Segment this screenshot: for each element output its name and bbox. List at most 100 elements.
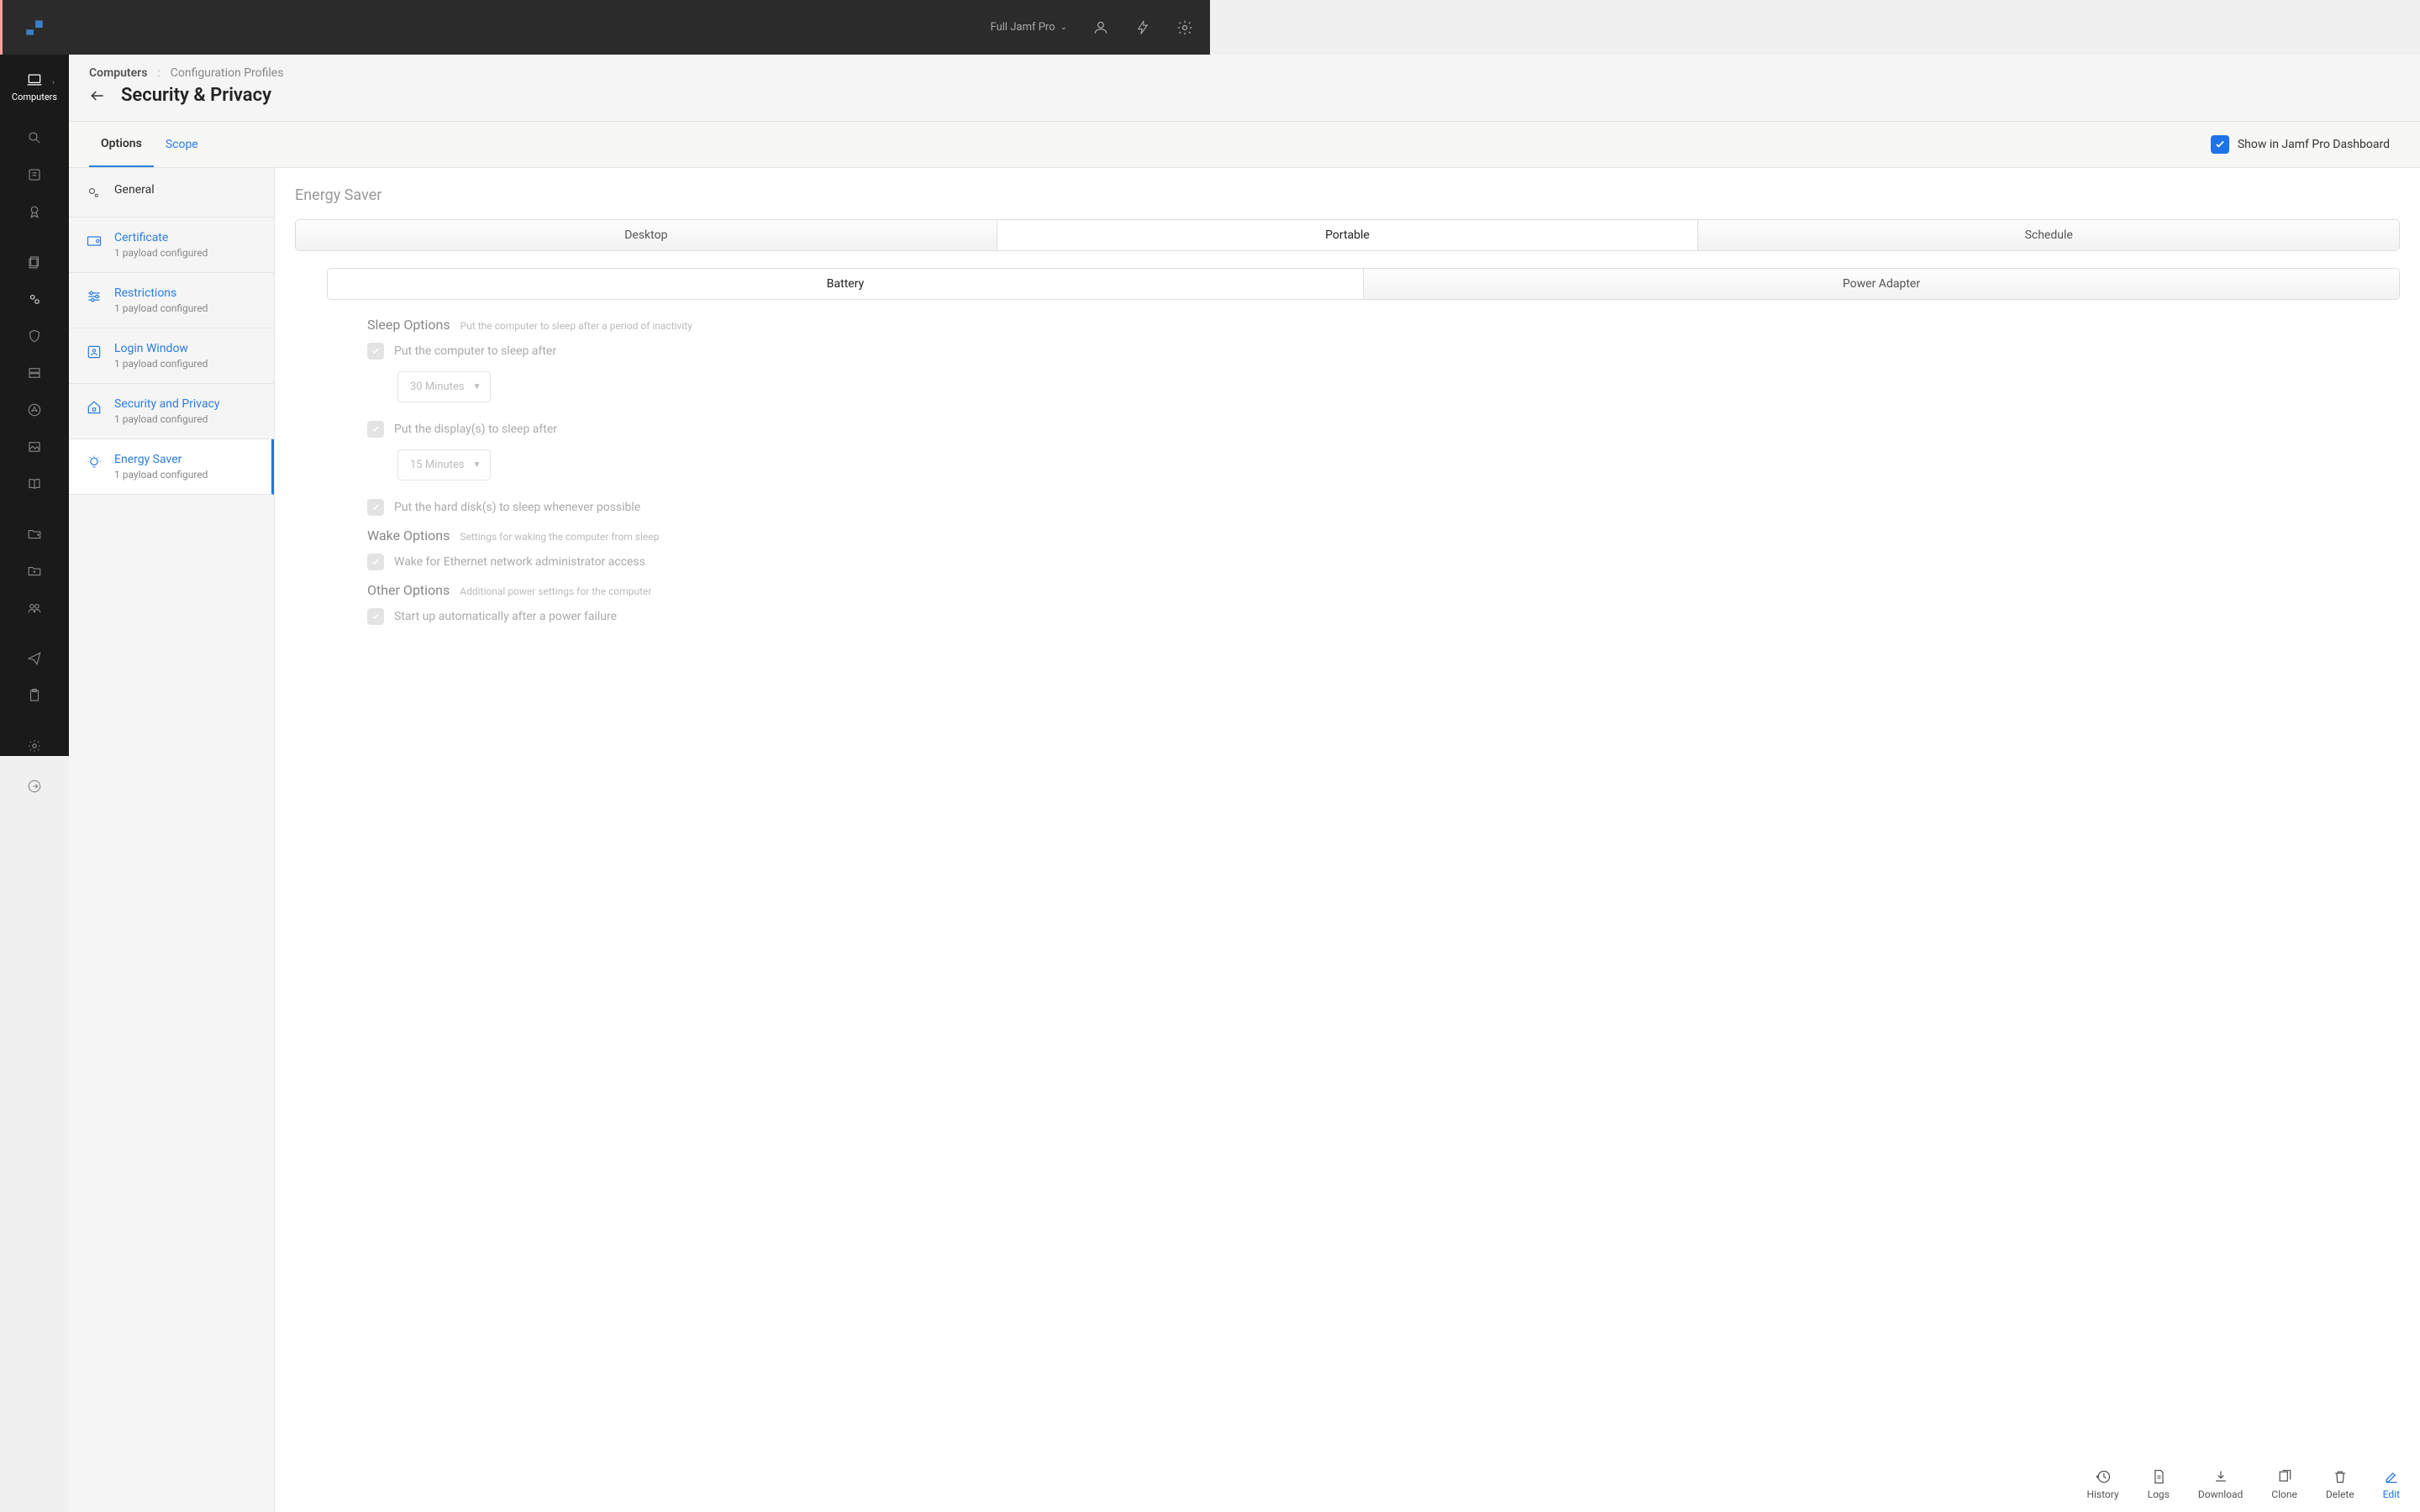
left-sidebar: Computers › xyxy=(0,55,69,756)
select-display-sleep[interactable]: 15 Minutes ▼ xyxy=(397,449,491,480)
section-desc: Put the computer to sleep after a period… xyxy=(460,320,692,332)
payload-item-energy[interactable]: Energy Saver1 payload configured xyxy=(69,439,274,495)
payload-sub: 1 payload configured xyxy=(114,358,208,370)
section-desc: Settings for waking the computer from sl… xyxy=(460,531,659,543)
payload-item-security[interactable]: Security and Privacy1 payload configured xyxy=(69,384,274,439)
group-icon xyxy=(26,600,43,617)
segment-power-source: Battery Power Adapter xyxy=(327,268,2400,300)
detail-title: Energy Saver xyxy=(295,186,2400,204)
sidebar-item-exit[interactable] xyxy=(0,773,69,800)
bolt-icon[interactable] xyxy=(1134,19,1151,36)
user-icon[interactable] xyxy=(1092,19,1109,36)
section-wake: Wake Options Settings for waking the com… xyxy=(367,528,2400,543)
option-computer-sleep[interactable]: Put the computer to sleep after xyxy=(367,343,2400,360)
chevron-down-icon: ⌄ xyxy=(1060,23,1067,32)
sidebar-item-app[interactable] xyxy=(0,161,69,188)
payload-sub: 1 payload configured xyxy=(114,413,220,425)
gear-small-icon xyxy=(86,185,103,202)
sidebar-item-group[interactable] xyxy=(0,595,69,622)
download-button[interactable]: Download xyxy=(2198,1468,2243,1500)
clipboard-icon xyxy=(26,687,43,704)
sidebar-item-gear[interactable] xyxy=(0,732,69,759)
page-title: Security & Privacy xyxy=(121,85,271,106)
select-computer-sleep[interactable]: 30 Minutes ▼ xyxy=(397,371,491,402)
payload-item-certificate[interactable]: Certificate 1 payload configured xyxy=(69,218,274,273)
sidebar-item-image[interactable] xyxy=(0,433,69,460)
gears-icon xyxy=(26,291,43,307)
button-label: Delete xyxy=(2326,1488,2354,1500)
sidebar-item-server[interactable] xyxy=(0,360,69,386)
payload-name: Certificate xyxy=(114,231,208,244)
sidebar-item-computers[interactable]: Computers › xyxy=(0,66,69,108)
payload-sub: 1 payload configured xyxy=(114,247,208,259)
option-startup-power-failure[interactable]: Start up automatically after a power fai… xyxy=(367,608,2400,625)
search-icon xyxy=(26,129,43,146)
logs-button[interactable]: Logs xyxy=(2148,1468,2170,1500)
edit-button[interactable]: Edit xyxy=(2383,1468,2400,1500)
breadcrumb-root[interactable]: Computers xyxy=(89,66,147,80)
server-icon xyxy=(26,365,43,381)
caret-down-icon: ▼ xyxy=(473,460,481,470)
breadcrumb-leaf[interactable]: Configuration Profiles xyxy=(171,66,284,80)
history-button[interactable]: History xyxy=(2086,1468,2118,1500)
sidebar-item-clipboard[interactable] xyxy=(0,682,69,709)
section-other: Other Options Additional power settings … xyxy=(367,582,2400,598)
sidebar-item-badge[interactable] xyxy=(0,198,69,225)
sidebar-item-files[interactable] xyxy=(0,249,69,276)
payload-item-general[interactable]: General xyxy=(69,168,274,218)
tab-scope[interactable]: Scope xyxy=(154,123,210,166)
segment-desktop[interactable]: Desktop xyxy=(296,220,997,250)
delete-button[interactable]: Delete xyxy=(2326,1468,2354,1500)
button-label: Edit xyxy=(2383,1488,2400,1500)
payload-name: Login Window xyxy=(114,342,208,355)
exit-icon xyxy=(26,778,43,795)
sidebar-item-book[interactable] xyxy=(0,470,69,497)
payload-item-restrictions[interactable]: Restrictions 1 payload configured xyxy=(69,273,274,328)
trash-icon xyxy=(2332,1468,2349,1485)
sidebar-item-folder-out[interactable] xyxy=(0,558,69,585)
sidebar-item-shield[interactable] xyxy=(0,323,69,349)
paper-plane-icon xyxy=(26,650,43,667)
option-wake-ethernet[interactable]: Wake for Ethernet network administrator … xyxy=(367,554,2400,570)
lightbulb-icon xyxy=(86,454,103,471)
section-title: Other Options xyxy=(367,582,450,598)
gear-icon[interactable] xyxy=(1176,19,1193,36)
option-label: Start up automatically after a power fai… xyxy=(394,610,617,623)
tab-options[interactable]: Options xyxy=(89,122,154,167)
payload-item-login[interactable]: Login Window 1 payload configured xyxy=(69,328,274,384)
option-hdd-sleep[interactable]: Put the hard disk(s) to sleep whenever p… xyxy=(367,499,2400,516)
clone-icon xyxy=(2276,1468,2293,1485)
payload-name: Restrictions xyxy=(114,286,208,300)
payload-sub: 1 payload configured xyxy=(114,302,208,314)
payload-name: General xyxy=(114,183,155,197)
option-label: Put the display(s) to sleep after xyxy=(394,423,557,436)
sidebar-item-search[interactable] xyxy=(0,124,69,151)
segment-portable[interactable]: Portable xyxy=(997,220,1699,250)
breadcrumb: Computers : Configuration Profiles xyxy=(69,55,2420,85)
dashboard-toggle[interactable]: Show in Jamf Pro Dashboard xyxy=(2211,135,2390,154)
ribbon-icon xyxy=(26,203,43,220)
product-switcher[interactable]: Full Jamf Pro ⌄ xyxy=(991,21,1067,34)
button-label: Download xyxy=(2198,1488,2243,1500)
house-lock-icon xyxy=(86,399,103,416)
sidebar-item-send[interactable] xyxy=(0,645,69,672)
clone-button[interactable]: Clone xyxy=(2271,1468,2297,1500)
title-row: Security & Privacy xyxy=(69,85,2420,121)
segment-schedule[interactable]: Schedule xyxy=(1698,220,2399,250)
files-icon xyxy=(26,254,43,270)
option-label: Wake for Ethernet network administrator … xyxy=(394,555,645,569)
option-display-sleep[interactable]: Put the display(s) to sleep after xyxy=(367,421,2400,438)
sidebar-item-folder-in[interactable] xyxy=(0,521,69,548)
segment-power-adapter[interactable]: Power Adapter xyxy=(1364,269,2399,299)
app-icon xyxy=(26,166,43,183)
app-logo xyxy=(24,17,45,39)
back-arrow-icon[interactable] xyxy=(89,87,106,104)
dashboard-label: Show in Jamf Pro Dashboard xyxy=(2238,138,2390,151)
sidebar-item-settings[interactable] xyxy=(0,286,69,312)
segment-battery[interactable]: Battery xyxy=(328,269,1364,299)
sliders-icon xyxy=(86,288,103,305)
sidebar-item-appstore[interactable] xyxy=(0,396,69,423)
section-desc: Additional power settings for the comput… xyxy=(460,585,651,597)
folder-in-icon xyxy=(26,526,43,543)
logo-accent xyxy=(0,0,3,55)
